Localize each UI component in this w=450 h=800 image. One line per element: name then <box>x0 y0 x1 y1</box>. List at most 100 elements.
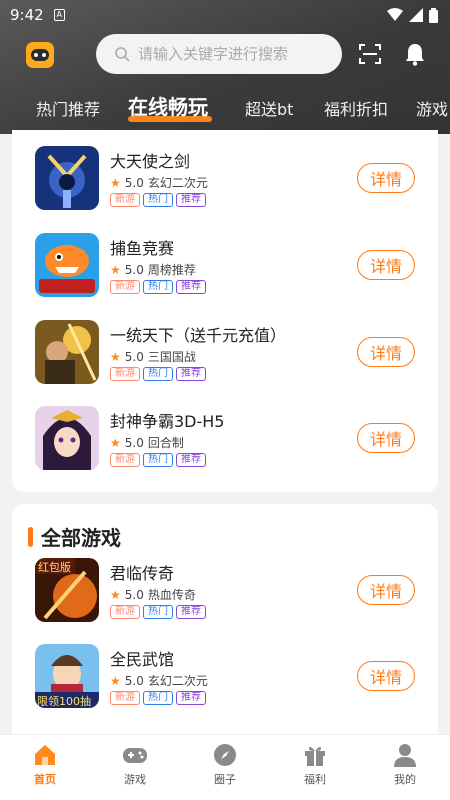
game-rating: 5.0 <box>124 262 144 277</box>
game-name: 捕鱼竞赛 <box>110 239 175 258</box>
detail-button[interactable]: 详情 <box>357 575 415 605</box>
nav-circle[interactable]: 圈子 <box>190 743 260 787</box>
search-icon <box>115 47 130 62</box>
scan-icon[interactable] <box>358 42 382 66</box>
game-name: 君临传奇 <box>110 564 175 583</box>
star-icon: ★ <box>110 349 121 364</box>
gamepad-icon <box>123 748 147 763</box>
tab-games[interactable]: 游戏 <box>416 96 448 120</box>
battery-icon <box>429 7 438 23</box>
game-tags: 新游 热门 推荐 <box>110 280 206 294</box>
tag-recommend: 推荐 <box>176 453 206 467</box>
home-icon <box>35 745 55 765</box>
tag-hot: 热门 <box>143 193 173 207</box>
star-icon: ★ <box>110 175 121 190</box>
game-rating: 5.0 <box>124 349 144 364</box>
app-header: 9:42 A 热门推荐 在线畅玩 超送bt 福利折扣 游戏 <box>0 0 450 134</box>
game-tags: 新游 热门 推荐 <box>110 691 206 705</box>
nav-label: 我的 <box>394 773 416 786</box>
tag-hot: 热门 <box>143 280 173 294</box>
gift-icon <box>305 746 325 766</box>
bottom-nav: 首页 游戏 圈子 福利 我的 <box>0 734 450 800</box>
sword-warrior-icon <box>35 146 99 210</box>
tag-new: 新游 <box>110 453 140 467</box>
game-item[interactable]: 捕鱼竞赛 ★ 5.0 周榜推荐 新游 热门 推荐 详情 <box>12 233 438 299</box>
legend-icon-text: 红包版 <box>38 560 71 574</box>
game-category: 三国国战 <box>147 350 196 364</box>
tag-recommend: 推荐 <box>176 367 206 381</box>
detail-button[interactable]: 详情 <box>357 250 415 280</box>
game-category: 玄幻二次元 <box>147 674 208 688</box>
tag-recommend: 推荐 <box>176 605 206 619</box>
nav-label: 游戏 <box>124 773 146 786</box>
star-icon: ★ <box>110 587 121 602</box>
general-icon <box>35 320 99 384</box>
status-time: 9:42 <box>10 6 44 24</box>
tag-new: 新游 <box>110 605 140 619</box>
section-title: 全部游戏 <box>41 526 121 550</box>
game-rating: 5.0 <box>124 435 144 450</box>
game-item[interactable]: 一统天下（送千元充值） ★ 5.0 三国国战 新游 热门 推荐 详情 <box>12 320 438 386</box>
game-meta: ★ 5.0 回合制 <box>110 434 184 451</box>
bell-icon[interactable] <box>404 42 426 66</box>
legend-icon: 红包版 <box>35 558 99 622</box>
tag-new: 新游 <box>110 691 140 705</box>
compass-icon <box>214 744 236 766</box>
game-meta: ★ 5.0 玄幻二次元 <box>110 174 208 191</box>
nav-mine[interactable]: 我的 <box>370 743 440 787</box>
star-icon: ★ <box>110 435 121 450</box>
game-category: 玄幻二次元 <box>147 176 208 190</box>
star-icon: ★ <box>110 262 121 277</box>
app-logo-icon[interactable] <box>26 42 54 68</box>
game-rating: 5.0 <box>124 587 144 602</box>
tag-new: 新游 <box>110 367 140 381</box>
tab-discount[interactable]: 福利折扣 <box>324 96 388 120</box>
wifi-icon <box>387 8 403 21</box>
game-tags: 新游 热门 推荐 <box>110 453 206 467</box>
tag-recommend: 推荐 <box>176 193 206 207</box>
section-header: 全部游戏 <box>28 522 121 551</box>
sim-icon: A <box>53 9 65 21</box>
detail-button[interactable]: 详情 <box>357 337 415 367</box>
game-meta: ★ 5.0 玄幻二次元 <box>110 672 208 689</box>
game-category: 回合制 <box>147 436 184 450</box>
nav-label: 圈子 <box>214 773 236 786</box>
game-item[interactable]: 限领100抽 全民武馆 ★ 5.0 玄幻二次元 新游 热门 推荐 详情 <box>12 644 438 710</box>
nav-welfare[interactable]: 福利 <box>280 743 350 787</box>
game-meta: ★ 5.0 三国国战 <box>110 348 196 365</box>
game-rating: 5.0 <box>124 673 144 688</box>
game-category: 周榜推荐 <box>147 263 196 277</box>
search-bar[interactable] <box>96 34 342 74</box>
category-tabs: 热门推荐 在线畅玩 超送bt 福利折扣 游戏 <box>0 90 450 126</box>
tag-recommend: 推荐 <box>176 691 206 705</box>
game-item[interactable]: 封神争霸3D-H5 ★ 5.0 回合制 新游 热门 推荐 详情 <box>12 406 438 472</box>
tag-hot: 热门 <box>143 367 173 381</box>
game-item[interactable]: 红包版 君临传奇 ★ 5.0 热血传奇 新游 热门 推荐 详情 <box>12 558 438 624</box>
tag-hot: 热门 <box>143 453 173 467</box>
star-icon: ★ <box>110 673 121 688</box>
nav-games[interactable]: 游戏 <box>100 743 170 787</box>
detail-button[interactable]: 详情 <box>357 163 415 193</box>
nav-home[interactable]: 首页 <box>10 743 80 787</box>
detail-button[interactable]: 详情 <box>357 423 415 453</box>
game-tags: 新游 热门 推荐 <box>110 193 206 207</box>
tab-hot-recommend[interactable]: 热门推荐 <box>36 96 100 120</box>
tab-bt[interactable]: 超送bt <box>245 96 293 120</box>
all-games-card: 全部游戏 红包版 君临传奇 ★ 5.0 热血传奇 新游 热门 推荐 详情 限领100抽 … <box>12 504 438 744</box>
user-icon <box>394 744 416 767</box>
game-name: 大天使之剑 <box>110 152 191 171</box>
game-meta: ★ 5.0 周榜推荐 <box>110 261 196 278</box>
nav-label: 福利 <box>304 773 326 786</box>
goddess-icon <box>35 406 99 470</box>
status-bar: 9:42 A <box>0 0 450 30</box>
game-name: 封神争霸3D-H5 <box>110 412 225 431</box>
detail-button[interactable]: 详情 <box>357 661 415 691</box>
tag-hot: 热门 <box>143 691 173 705</box>
online-games-card: 大天使之剑 ★ 5.0 玄幻二次元 新游 热门 推荐 详情 捕鱼竞赛 ★ 5.0 周榜推荐 … <box>12 130 438 492</box>
search-input[interactable] <box>138 45 328 63</box>
tag-new: 新游 <box>110 280 140 294</box>
game-item[interactable]: 大天使之剑 ★ 5.0 玄幻二次元 新游 热门 推荐 详情 <box>12 146 438 212</box>
tab-online-play[interactable]: 在线畅玩 <box>128 91 208 120</box>
game-category: 热血传奇 <box>147 588 196 602</box>
tag-new: 新游 <box>110 193 140 207</box>
